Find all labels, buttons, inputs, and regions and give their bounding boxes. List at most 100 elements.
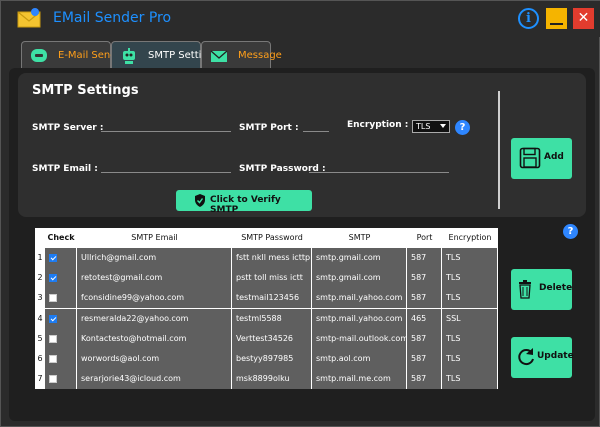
checkbox[interactable]: [49, 314, 57, 323]
column-header-password[interactable]: SMTP Password: [232, 228, 312, 248]
smtp-email-label: SMTP Email :: [32, 164, 98, 174]
cell-password: msk8899olku: [232, 369, 312, 390]
table-row[interactable]: 2 retotest@gmail.com pstt toll miss ictt sm…: [35, 268, 498, 289]
row-checkbox[interactable]: [45, 349, 77, 369]
row-checkbox[interactable]: [45, 248, 77, 268]
checkbox[interactable]: [49, 375, 57, 384]
table-help-icon[interactable]: ?: [563, 224, 578, 239]
cell-password: pstt toll miss ictt: [232, 268, 312, 289]
table-row[interactable]: 3 fconsidine99@yahoo.com testmail123456 smt…: [35, 288, 498, 309]
row-number: 5: [35, 328, 45, 349]
checkbox[interactable]: [49, 274, 57, 283]
tab-message[interactable]: Message: [201, 41, 282, 69]
table-row[interactable]: 5 Kontactesto@hotmail.com Verttest34526 smt…: [35, 328, 498, 349]
cell-email: retotest@gmail.com: [77, 268, 232, 289]
dropdown-arrow-icon: [440, 124, 446, 128]
mail-envelope-icon: [210, 50, 228, 62]
row-number: 3: [35, 288, 45, 309]
row-checkbox[interactable]: [45, 288, 77, 309]
column-header-encryption[interactable]: Encryption: [442, 228, 498, 248]
cell-smtp: smtp.mail.yahoo.com: [312, 308, 407, 329]
encryption-value: TLS: [416, 122, 431, 131]
cell-smtp: smtp.mail.me.com: [312, 369, 407, 390]
info-icon[interactable]: i: [518, 8, 539, 29]
cell-email: serarjorie43@icloud.com: [77, 369, 232, 390]
tab-email-sender[interactable]: E-Mail Sender: [21, 41, 127, 69]
smtp-table: Check SMTP Email SMTP Password SMTP Port…: [35, 228, 498, 390]
encryption-select[interactable]: TLS: [412, 120, 450, 133]
cell-password: Verttest34526: [232, 328, 312, 349]
refresh-icon: [518, 348, 534, 366]
cell-encryption: TLS: [442, 349, 498, 369]
cell-encryption: TLS: [442, 328, 498, 349]
cell-port: 587: [407, 369, 442, 390]
delete-label: Delete: [539, 283, 573, 293]
row-checkbox[interactable]: [45, 369, 77, 390]
cell-smtp: smtp-mail.outlook.com: [312, 328, 407, 349]
row-number: 2: [35, 268, 45, 289]
row-number: 6: [35, 349, 45, 369]
cell-port: 587: [407, 328, 442, 349]
cell-port: 587: [407, 349, 442, 369]
smtp-port-input[interactable]: [303, 131, 329, 132]
message-bubble-icon: [31, 49, 47, 62]
smtp-server-input[interactable]: [101, 131, 231, 132]
cell-email: Ullrich@gmail.com: [77, 248, 232, 268]
checkbox[interactable]: [49, 294, 57, 303]
save-floppy-icon: [519, 147, 541, 169]
add-label: Add: [544, 152, 564, 162]
verify-smtp-button[interactable]: Click to Verify SMTP: [176, 190, 312, 215]
row-number: 4: [35, 308, 45, 329]
cell-email: resmeralda22@yahoo.com: [77, 308, 232, 329]
cell-password: testmail123456: [232, 288, 312, 309]
table-row[interactable]: 1 Ullrich@gmail.com fstt nkll mess icttp sm…: [35, 248, 498, 268]
help-icon[interactable]: ?: [455, 120, 470, 135]
column-header-check[interactable]: Check: [45, 228, 77, 248]
encryption-label: Encryption :: [347, 120, 409, 130]
checkbox[interactable]: [49, 355, 57, 363]
trash-icon: [519, 280, 531, 299]
tab-smtp-settings[interactable]: SMTP Settings: [111, 41, 219, 69]
cell-smtp: smtp.aol.com: [312, 349, 407, 369]
cell-port: 465: [407, 308, 442, 329]
smtp-email-input[interactable]: [101, 172, 231, 173]
section-title: SMTP Settings: [32, 83, 139, 98]
column-header-smtp[interactable]: SMTP: [312, 228, 407, 248]
cell-encryption: TLS: [442, 268, 498, 289]
cell-email: worwords@aol.com: [77, 349, 232, 369]
table-header: Check SMTP Email SMTP Password SMTP Port…: [35, 228, 498, 248]
cell-port: 587: [407, 268, 442, 289]
cell-encryption: TLS: [442, 369, 498, 390]
app-title: EMail Sender Pro: [53, 10, 172, 26]
checkbox[interactable]: [49, 254, 57, 262]
row-checkbox[interactable]: [45, 268, 77, 289]
cell-password: bestyy897985: [232, 349, 312, 369]
checkbox[interactable]: [49, 334, 57, 343]
update-button[interactable]: Update: [511, 337, 574, 378]
row-checkbox[interactable]: [45, 308, 77, 329]
title-bar: EMail Sender Pro i ✕: [1, 1, 600, 37]
add-button[interactable]: Add: [511, 138, 572, 179]
column-header-email[interactable]: SMTP Email: [77, 228, 232, 248]
cell-smtp: smtp.gmail.com: [312, 248, 407, 268]
table-row[interactable]: 6 worwords@aol.com bestyy897985 smtp.aol.co…: [35, 349, 498, 369]
row-number: 7: [35, 369, 45, 390]
cell-port: 587: [407, 248, 442, 268]
table-row[interactable]: 4 resmeralda22@yahoo.com testml5588 smtp.ma…: [35, 308, 498, 329]
cell-password: fstt nkll mess icttp: [232, 248, 312, 268]
delete-button[interactable]: Delete: [511, 269, 572, 310]
cell-encryption: TLS: [442, 288, 498, 309]
minimize-button[interactable]: [546, 8, 567, 29]
close-button[interactable]: ✕: [573, 8, 594, 29]
mail-app-icon: [17, 8, 41, 28]
smtp-password-input[interactable]: [309, 172, 449, 173]
column-header-port[interactable]: Port: [407, 228, 442, 248]
row-checkbox[interactable]: [45, 328, 77, 349]
smtp-port-label: SMTP Port :: [239, 123, 299, 133]
robot-icon: [123, 48, 135, 64]
cell-smtp: smtp.gmail.com: [312, 268, 407, 289]
verify-label: Click to Verify SMTP: [210, 195, 281, 215]
table-row[interactable]: 7 serarjorie43@icloud.com msk8899olku smtp.…: [35, 369, 498, 390]
row-number: 1: [35, 248, 45, 268]
shield-check-icon: [195, 194, 205, 207]
